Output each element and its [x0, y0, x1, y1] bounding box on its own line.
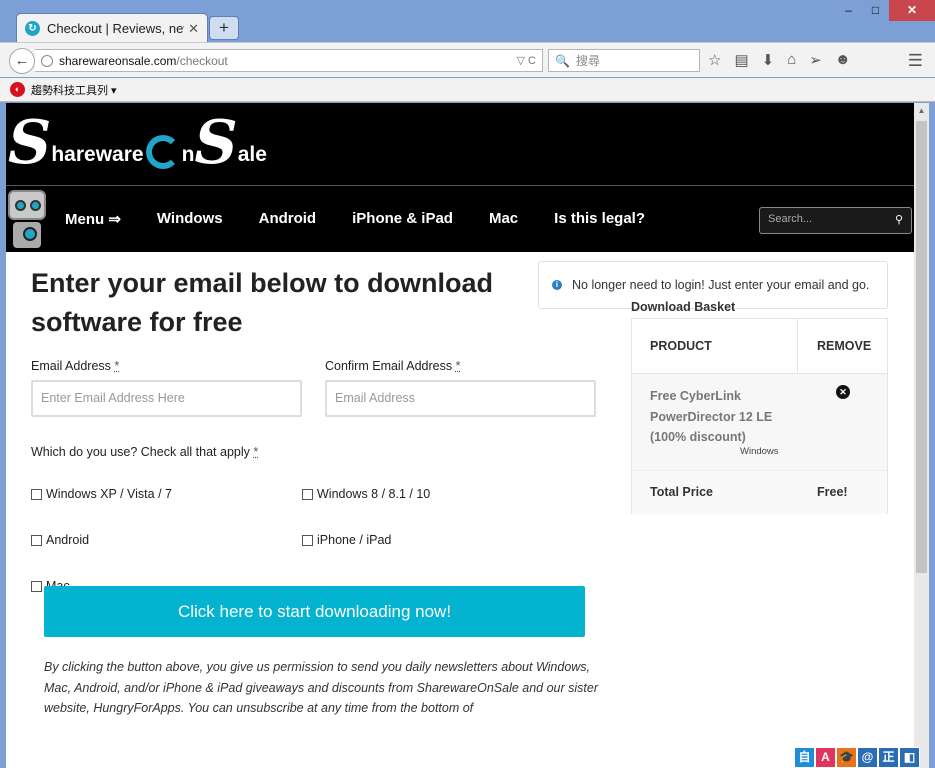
page-viewport: S hareware n S ale Menu ⇒ Windows Androi…: [6, 103, 914, 768]
browser-toolbar: ← sharewareonsale.com/checkout ▽ C 🔍 搜尋 …: [0, 42, 935, 77]
checkbox-box[interactable]: [31, 580, 42, 592]
url-path: /checkout: [176, 53, 228, 68]
search-icon[interactable]: ⚲: [895, 213, 903, 228]
ime-layout-icon[interactable]: ◧: [899, 747, 920, 768]
col-remove: REMOVE: [817, 339, 872, 353]
minimize-button[interactable]: –: [835, 0, 862, 21]
chat-icon[interactable]: ☻: [835, 51, 851, 69]
send-icon[interactable]: ➢: [809, 51, 822, 69]
bookmarks-toolbar: ◐ 趨勢科技工具列 ▾: [0, 78, 935, 102]
remove-item-icon[interactable]: ✕: [836, 385, 850, 399]
nav-menu[interactable]: Menu ⇒: [65, 210, 121, 228]
checkbox-box[interactable]: [31, 488, 42, 500]
platform-question: Which do you use? Check all that apply *: [31, 445, 259, 459]
bookmark-item-toolbar[interactable]: 趨勢科技工具列 ▾: [31, 82, 117, 98]
ime-toolbar: 自 A 🎓 @ 正 ◧: [794, 747, 920, 768]
site-search-placeholder: Search...: [768, 213, 813, 225]
url-host: sharewareonsale.com: [59, 53, 177, 68]
window-controls: – □ ✕: [835, 0, 935, 21]
scrollbar-thumb[interactable]: [916, 121, 927, 573]
checkbox-windows-7[interactable]: Windows XP / Vista / 7: [31, 487, 172, 501]
ime-alpha-icon[interactable]: A: [815, 747, 836, 768]
robot-mascot-icon: [6, 188, 48, 250]
vertical-scrollbar[interactable]: ▲: [914, 103, 929, 768]
page-title: Enter your email below to download softw…: [31, 268, 494, 337]
back-button[interactable]: ←: [9, 48, 35, 74]
nav-iphone-ipad[interactable]: iPhone & iPad: [352, 210, 453, 228]
nav-android[interactable]: Android: [259, 210, 317, 228]
reading-list-icon[interactable]: ▤: [734, 51, 748, 69]
site-logo[interactable]: S hareware n S ale: [8, 113, 267, 173]
basket-total-row: Total Price Free!: [632, 470, 887, 514]
notice-text: No longer need to login! Just enter your…: [572, 278, 870, 292]
ime-graduation-icon[interactable]: 🎓: [836, 747, 857, 768]
basket-item-platform: Windows: [740, 446, 779, 457]
confirm-email-label: Confirm Email Address *: [325, 359, 461, 373]
toolbar-icons: ☆ ▤ ⬇ ⌂ ➢ ☻: [708, 51, 851, 69]
ime-mode-icon[interactable]: 自: [794, 747, 815, 768]
tab-title: Checkout | Reviews, news...: [47, 21, 184, 36]
checkbox-windows-10[interactable]: Windows 8 / 8.1 / 10: [302, 487, 430, 501]
nav-windows[interactable]: Windows: [157, 210, 223, 228]
download-icon[interactable]: ⬇: [762, 51, 775, 69]
site-header: S hareware n S ale: [6, 103, 914, 185]
site-favicon-icon: ↻: [25, 21, 40, 36]
checkbox-android[interactable]: Android: [31, 533, 89, 547]
globe-icon: [41, 54, 53, 67]
basket-title: Download Basket: [631, 300, 736, 314]
basket-item-row: Free CyberLink PowerDirector 12 LE (100%…: [632, 374, 887, 470]
browser-search-input[interactable]: 🔍 搜尋: [548, 49, 700, 72]
bookmark-star-icon[interactable]: ☆: [708, 51, 721, 69]
tab-close-icon[interactable]: ✕: [188, 21, 199, 37]
browser-window: ↻ Checkout | Reviews, news... ✕ + – □ ✕ …: [0, 0, 935, 768]
checkbox-box[interactable]: [302, 534, 313, 546]
trend-micro-icon: ◐: [10, 82, 25, 97]
url-controls[interactable]: ▽ C: [517, 54, 542, 67]
email-field[interactable]: Enter Email Address Here: [31, 380, 302, 417]
window-frame-right: [929, 103, 935, 768]
confirm-email-field[interactable]: Email Address: [325, 380, 596, 417]
tab-checkout[interactable]: ↻ Checkout | Reviews, news... ✕: [16, 13, 208, 43]
nav-links: Menu ⇒ Windows Android iPhone & iPad Mac…: [65, 210, 681, 228]
nav-legal[interactable]: Is this legal?: [554, 210, 645, 228]
nav-mac[interactable]: Mac: [489, 210, 518, 228]
maximize-button[interactable]: □: [862, 0, 889, 21]
newsletter-disclaimer: By clicking the button above, you give u…: [44, 660, 599, 715]
ime-at-icon[interactable]: @: [857, 747, 878, 768]
scroll-up-icon[interactable]: ▲: [914, 103, 929, 119]
ime-zheng-icon[interactable]: 正: [878, 747, 899, 768]
info-icon: i: [552, 280, 562, 290]
checkbox-box[interactable]: [302, 488, 313, 500]
main-navigation: Menu ⇒ Windows Android iPhone & iPad Mac…: [6, 185, 914, 252]
site-search-input[interactable]: Search... ⚲: [759, 207, 912, 234]
hamburger-menu-icon[interactable]: ☰: [908, 51, 923, 71]
window-close-button[interactable]: ✕: [889, 0, 935, 21]
new-tab-button[interactable]: +: [209, 16, 239, 40]
basket-item-name[interactable]: Free CyberLink PowerDirector 12 LE (100%…: [650, 386, 790, 448]
total-label: Total Price: [650, 485, 713, 499]
checkbox-box[interactable]: [31, 534, 42, 546]
browser-search-placeholder: 搜尋: [575, 54, 600, 68]
checkbox-iphone-ipad[interactable]: iPhone / iPad: [302, 533, 391, 547]
home-icon[interactable]: ⌂: [787, 51, 796, 69]
col-product: PRODUCT: [650, 339, 712, 353]
address-bar[interactable]: sharewareonsale.com/checkout ▽ C: [35, 49, 543, 72]
basket-header: PRODUCT REMOVE: [632, 319, 887, 374]
magnifier-icon: 🔍: [555, 53, 570, 68]
total-value: Free!: [817, 485, 848, 499]
download-button[interactable]: Click here to start downloading now!: [44, 586, 585, 637]
email-label: Email Address *: [31, 359, 120, 373]
logo-ring-icon: [145, 135, 180, 169]
download-basket: PRODUCT REMOVE Free CyberLink PowerDirec…: [631, 318, 888, 514]
tab-strip: ↻ Checkout | Reviews, news... ✕ + – □ ✕: [0, 0, 935, 43]
